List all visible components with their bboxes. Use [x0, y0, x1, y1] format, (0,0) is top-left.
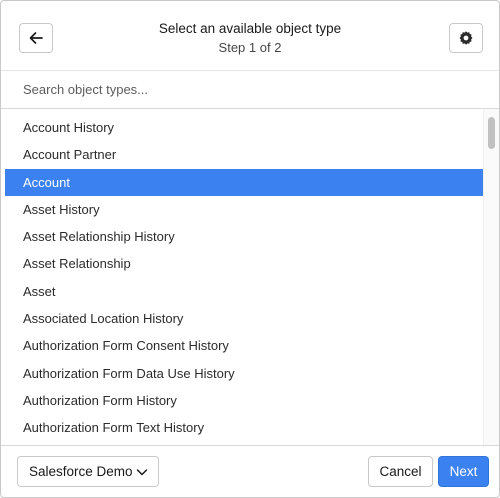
list-item[interactable]: Account Partner: [1, 141, 483, 168]
cancel-button[interactable]: Cancel: [368, 456, 433, 487]
chevron-down-icon: [136, 469, 148, 476]
list-item[interactable]: Authorization Form Consent History: [1, 332, 483, 359]
list-item[interactable]: Authorization Form Data Use History: [1, 360, 483, 387]
search-input[interactable]: [1, 71, 499, 108]
list-scrollbar[interactable]: [483, 109, 499, 445]
settings-button[interactable]: [449, 23, 483, 53]
list-item[interactable]: Account History: [1, 114, 483, 141]
list-item[interactable]: Asset Relationship History: [1, 223, 483, 250]
dialog: Select an available object type Step 1 o…: [0, 0, 500, 498]
step-indicator: Step 1 of 2: [218, 40, 282, 55]
list-item[interactable]: Associated Location History: [1, 305, 483, 332]
search-bar: [1, 71, 499, 109]
dialog-header: Select an available object type Step 1 o…: [1, 1, 499, 71]
dialog-footer: Salesforce Demo Cancel Next: [1, 445, 499, 497]
list-item[interactable]: Asset History: [1, 196, 483, 223]
org-select-value: Salesforce Demo: [29, 464, 133, 479]
gear-icon: [459, 31, 473, 45]
org-select[interactable]: Salesforce Demo: [17, 456, 159, 487]
dialog-title: Select an available object type: [158, 21, 342, 36]
list-item[interactable]: Authorization Form History: [1, 387, 483, 414]
scrollbar-thumb[interactable]: [488, 117, 495, 149]
list-item[interactable]: Authorization Form Text History: [1, 414, 483, 441]
list-item[interactable]: Asset Relationship: [1, 250, 483, 277]
list-item[interactable]: Asset: [1, 278, 483, 305]
next-button[interactable]: Next: [438, 456, 489, 487]
object-type-list: Account History Account Partner Account Ass…: [1, 114, 483, 444]
list-item[interactable]: Account: [5, 168, 483, 196]
